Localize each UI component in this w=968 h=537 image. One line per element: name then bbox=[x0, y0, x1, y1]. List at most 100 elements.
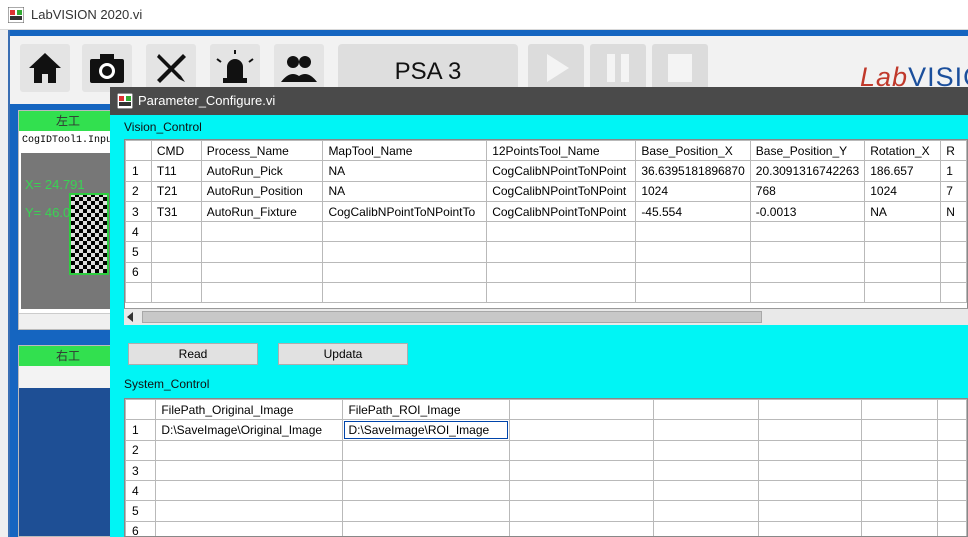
table-cell[interactable] bbox=[860, 439, 938, 461]
table-row[interactable] bbox=[125, 282, 967, 304]
table-cell[interactable]: D:\SaveImage\Original_Image bbox=[155, 419, 344, 441]
table-row[interactable]: 3 bbox=[125, 459, 967, 482]
column-header[interactable]: Rotation_X bbox=[864, 140, 942, 162]
table-cell[interactable] bbox=[860, 459, 938, 482]
table-cell[interactable]: AutoRun_Pick bbox=[200, 160, 324, 182]
table-cell[interactable] bbox=[635, 261, 751, 284]
column-header[interactable]: R bbox=[940, 140, 967, 162]
table-cell[interactable]: D:\SaveImage\ROI_Image bbox=[342, 419, 510, 441]
column-header[interactable] bbox=[125, 140, 152, 162]
camera-button[interactable] bbox=[82, 44, 132, 92]
table-cell[interactable] bbox=[635, 221, 751, 243]
table-cell[interactable] bbox=[653, 500, 759, 522]
home-button[interactable] bbox=[20, 44, 70, 92]
table-cell[interactable]: 1024 bbox=[635, 180, 751, 202]
table-cell[interactable]: AutoRun_Position bbox=[200, 180, 324, 202]
table-cell[interactable] bbox=[155, 520, 344, 536]
column-header[interactable]: Process_Name bbox=[200, 140, 324, 162]
column-header[interactable] bbox=[936, 399, 967, 421]
table-cell[interactable]: N bbox=[940, 200, 967, 223]
table-row[interactable]: 2 bbox=[125, 439, 967, 461]
table-row[interactable]: 1 T11 AutoRun_Pick NA CogCalibNPointToNPoint… bbox=[125, 160, 967, 182]
table-cell[interactable]: T31 bbox=[150, 200, 202, 223]
table-cell[interactable] bbox=[508, 480, 655, 502]
table-cell[interactable] bbox=[757, 480, 862, 502]
image-horizontal-scrollbar[interactable] bbox=[19, 313, 117, 329]
table-cell[interactable]: -45.554 bbox=[635, 200, 751, 223]
table-cell[interactable] bbox=[322, 221, 488, 243]
table-cell[interactable] bbox=[342, 480, 510, 502]
table-cell[interactable] bbox=[486, 241, 637, 263]
table-cell[interactable] bbox=[200, 282, 324, 304]
table-row[interactable]: 1 D:\SaveImage\Original_Image D:\SaveImage… bbox=[125, 419, 967, 441]
table-cell[interactable] bbox=[150, 241, 202, 263]
table-cell[interactable] bbox=[508, 500, 655, 522]
table-cell[interactable] bbox=[749, 261, 866, 284]
table-cell[interactable] bbox=[936, 480, 967, 502]
table-cell[interactable] bbox=[749, 221, 866, 243]
table-cell[interactable] bbox=[322, 241, 488, 263]
system-control-table[interactable]: FilePath_Original_Image FilePath_ROI_Imag… bbox=[124, 398, 968, 537]
table-cell[interactable] bbox=[150, 221, 202, 243]
table-cell[interactable] bbox=[150, 282, 202, 304]
alarm-button[interactable] bbox=[210, 44, 260, 92]
table-cell[interactable] bbox=[342, 500, 510, 522]
table-cell[interactable] bbox=[508, 439, 655, 461]
scrollbar-thumb[interactable] bbox=[142, 311, 762, 323]
table-cell[interactable] bbox=[749, 241, 866, 263]
scroll-left-arrow-icon[interactable] bbox=[127, 312, 133, 322]
table-row[interactable]: 3 T31 AutoRun_Fixture CogCalibNPointToNPoin… bbox=[125, 200, 967, 223]
tools-button[interactable] bbox=[146, 44, 196, 92]
table-cell[interactable] bbox=[200, 241, 324, 263]
column-header[interactable]: Base_Position_X bbox=[635, 140, 751, 162]
column-header[interactable]: MapTool_Name bbox=[322, 140, 488, 162]
table-cell[interactable]: 7 bbox=[940, 180, 967, 202]
table-cell[interactable] bbox=[864, 261, 942, 284]
table-cell[interactable] bbox=[864, 282, 942, 304]
table-cell[interactable] bbox=[486, 221, 637, 243]
column-header[interactable] bbox=[508, 399, 655, 421]
table-cell[interactable] bbox=[322, 261, 488, 284]
table-cell[interactable] bbox=[635, 282, 751, 304]
table-cell[interactable]: CogCalibNPointToNPoint bbox=[486, 200, 637, 223]
table-row[interactable]: 6 bbox=[125, 520, 967, 536]
table-cell[interactable]: NA bbox=[322, 160, 488, 182]
dialog-titlebar[interactable]: Parameter_Configure.vi bbox=[110, 87, 968, 115]
table-cell[interactable] bbox=[200, 261, 324, 284]
table-cell[interactable]: T21 bbox=[150, 180, 202, 202]
stop-button[interactable] bbox=[652, 44, 708, 92]
table-cell[interactable] bbox=[860, 480, 938, 502]
column-header[interactable]: 12PointsTool_Name bbox=[486, 140, 637, 162]
column-header[interactable] bbox=[125, 399, 157, 421]
table-cell[interactable] bbox=[150, 261, 202, 284]
table-cell[interactable] bbox=[940, 241, 967, 263]
table-row[interactable]: 6 bbox=[125, 261, 967, 284]
table-cell[interactable] bbox=[860, 419, 938, 441]
column-header[interactable]: CMD bbox=[150, 140, 202, 162]
table-cell[interactable] bbox=[936, 459, 967, 482]
table-cell[interactable] bbox=[508, 419, 655, 441]
table-cell[interactable]: CogCalibNPointToNPoint bbox=[486, 160, 637, 182]
table-cell[interactable] bbox=[860, 520, 938, 536]
table-cell[interactable]: NA bbox=[864, 200, 942, 223]
table-cell[interactable] bbox=[635, 241, 751, 263]
table-cell[interactable] bbox=[322, 282, 488, 304]
table-cell[interactable] bbox=[940, 261, 967, 284]
table-cell[interactable] bbox=[200, 221, 324, 243]
table-cell[interactable] bbox=[864, 241, 942, 263]
table-row[interactable]: 5 bbox=[125, 500, 967, 522]
table-cell[interactable]: T11 bbox=[150, 160, 202, 182]
table-cell[interactable] bbox=[936, 520, 967, 536]
table-cell[interactable] bbox=[508, 520, 655, 536]
table-cell[interactable] bbox=[155, 439, 344, 461]
column-header[interactable]: Base_Position_Y bbox=[749, 140, 866, 162]
table-cell[interactable]: CogCalibNPointToNPoint bbox=[486, 180, 637, 202]
table-row[interactable]: 4 bbox=[125, 480, 967, 502]
pause-button[interactable] bbox=[590, 44, 646, 92]
table-cell[interactable] bbox=[757, 439, 862, 461]
table-cell[interactable]: -0.0013 bbox=[749, 200, 866, 223]
table-cell[interactable] bbox=[936, 500, 967, 522]
table-cell[interactable] bbox=[940, 221, 967, 243]
table-cell[interactable] bbox=[653, 520, 759, 536]
table-cell[interactable]: 186.657 bbox=[864, 160, 942, 182]
